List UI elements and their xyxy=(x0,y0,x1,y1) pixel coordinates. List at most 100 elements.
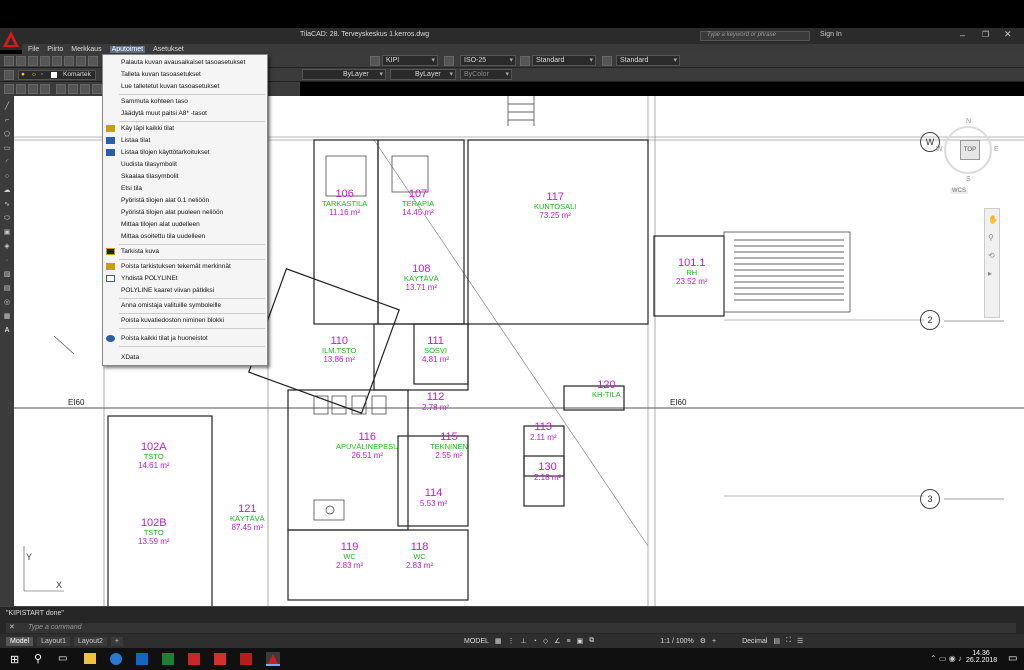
viewcube[interactable]: TOP N S E W xyxy=(936,118,999,183)
room-label[interactable]: 106 TARKASTILA 11.16 m² xyxy=(322,189,367,218)
room-label[interactable]: 111 SOSVI 4.81 m² xyxy=(422,336,449,365)
view-icon[interactable] xyxy=(56,84,66,94)
transparency-icon[interactable]: ▣ xyxy=(577,637,584,645)
units-select[interactable]: Decimal xyxy=(742,638,767,645)
menu-item[interactable]: Pyöristä tilojen alat 0.1 neliöön xyxy=(103,195,267,206)
table-tool-icon[interactable]: ▦ xyxy=(2,312,12,322)
help-icon[interactable] xyxy=(88,56,98,66)
room-label[interactable]: 121 KÄYTÄVÄ 87.45 m² xyxy=(230,504,265,533)
settings-icon[interactable]: ⚙ xyxy=(700,637,706,645)
mleader-style-icon[interactable] xyxy=(602,56,612,66)
compass-east[interactable]: E xyxy=(994,146,999,153)
room-label[interactable]: 115 TEKNINEN 2.55 m² xyxy=(430,432,468,461)
acrobat-icon[interactable] xyxy=(188,653,200,665)
fullscreen-icon[interactable]: ⛶ xyxy=(786,637,791,645)
room-label[interactable]: 102B TSTO 13.59 m² xyxy=(138,518,170,547)
edge-icon[interactable] xyxy=(110,653,122,665)
snap-icon[interactable]: ⋮ xyxy=(508,637,515,645)
navigation-bar[interactable]: ✋ ⚲ ⟲ ▸ xyxy=(984,208,1000,318)
plot-icon[interactable] xyxy=(52,56,62,66)
command-input[interactable]: ✕ Type a command xyxy=(6,623,1016,633)
app-icon[interactable] xyxy=(240,653,252,665)
menu-item[interactable]: Pyöristä tilojen alat puoleen neliöön xyxy=(103,207,267,218)
layer-select[interactable]: ● ☼ ▫ Komartek xyxy=(18,70,96,80)
grid-icon[interactable]: ▦ xyxy=(495,637,502,645)
sign-in-link[interactable]: Sign In xyxy=(820,31,842,38)
menu-item[interactable]: Listaa tilojen käyttötarkoitukset xyxy=(103,147,267,158)
app-icon[interactable] xyxy=(214,653,226,665)
add-layout-button[interactable]: + xyxy=(110,636,124,646)
region-tool-icon[interactable]: ◎ xyxy=(2,298,12,308)
new-icon[interactable] xyxy=(4,56,14,66)
view-icon[interactable] xyxy=(40,84,50,94)
menu-aputoimet[interactable]: Aputoimet xyxy=(109,45,146,53)
room-label[interactable]: 120 KH-TILA xyxy=(592,380,621,399)
menu-merkkaus[interactable]: Merkkaus xyxy=(71,46,101,53)
tab-layout1[interactable]: Layout1 xyxy=(37,636,70,646)
line-tool-icon[interactable]: ╱ xyxy=(2,102,12,112)
linetype-select[interactable]: ByLayer xyxy=(302,69,386,80)
compass-north[interactable]: N xyxy=(966,118,971,125)
viewcube-top-face[interactable]: TOP xyxy=(960,140,980,160)
tab-model[interactable]: Model xyxy=(6,636,34,646)
ellipse-tool-icon[interactable]: ⬭ xyxy=(2,214,12,224)
search-input[interactable]: Type a keyword or phrase xyxy=(700,31,810,41)
menu-item[interactable]: Poista tarkistuksen tekemät merkinnät xyxy=(103,261,267,272)
compass-south[interactable]: S xyxy=(966,176,971,183)
menu-item[interactable]: Listaa tilat xyxy=(103,135,267,146)
menu-item[interactable]: Lue talletetut kuvan tasoasetukset xyxy=(103,81,267,92)
table-style-icon[interactable] xyxy=(520,56,530,66)
room-label[interactable]: 116 APUVÄLINEPESU 26.51 m² xyxy=(336,432,399,461)
room-label[interactable]: 119 WC 2.83 m² xyxy=(336,542,363,571)
room-label[interactable]: 114 5.53 m² xyxy=(420,488,447,509)
showmotion-icon[interactable]: ▸ xyxy=(988,269,992,278)
ortho-icon[interactable]: ⊥ xyxy=(521,637,527,645)
polyline-tool-icon[interactable]: ⌐ xyxy=(2,116,12,126)
text-tool-icon[interactable]: A xyxy=(2,326,12,336)
outlook-icon[interactable] xyxy=(136,653,148,665)
task-view-icon[interactable]: ▭ xyxy=(58,653,67,664)
rectangle-tool-icon[interactable]: ▭ xyxy=(2,144,12,154)
text-style-select[interactable]: KIPI xyxy=(382,55,438,66)
search-icon[interactable]: ⚲ xyxy=(34,652,42,665)
properties-icon[interactable]: ▤ xyxy=(773,637,780,645)
view-icon[interactable] xyxy=(68,84,78,94)
layer-manager-icon[interactable] xyxy=(4,70,14,80)
file-explorer-icon[interactable] xyxy=(84,653,96,664)
annotation-scale[interactable]: 1:1 / 100% xyxy=(660,638,693,645)
menu-file[interactable]: File xyxy=(28,46,39,53)
spline-tool-icon[interactable]: ∿ xyxy=(2,200,12,210)
room-label[interactable]: 117 KUNTOSALI 73.25 m² xyxy=(534,192,576,221)
polygon-tool-icon[interactable]: ⬠ xyxy=(2,130,12,140)
zoom-icon[interactable]: ⚲ xyxy=(988,233,994,242)
point-tool-icon[interactable]: · xyxy=(2,256,12,266)
copy-icon[interactable] xyxy=(76,56,86,66)
arc-tool-icon[interactable]: ◜ xyxy=(2,158,12,168)
minimize-icon[interactable]: – xyxy=(960,30,965,40)
menu-asetukset[interactable]: Asetukset xyxy=(153,46,184,53)
room-label[interactable]: 108 KÄYTÄVÄ 13.71 m² xyxy=(404,264,439,293)
model-space-toggle[interactable]: MODEL xyxy=(464,638,489,645)
menu-item[interactable]: Mittaa tilojen alat uudelleen xyxy=(103,219,267,230)
app-logo-icon[interactable] xyxy=(0,28,22,50)
menu-item[interactable]: Käy läpi kaikki tilat xyxy=(103,123,267,134)
notifications-icon[interactable]: ▭ xyxy=(1008,653,1017,664)
dim-style-select[interactable]: ISO-25 xyxy=(460,55,516,66)
room-label[interactable]: 101.1 RH 23.52 m² xyxy=(676,258,708,287)
menu-item[interactable]: Talleta kuvan tasoasetukset xyxy=(103,69,267,80)
view-icon[interactable] xyxy=(16,84,26,94)
menu-item[interactable]: Tarkista kuva xyxy=(103,246,267,257)
plotstyle-select[interactable]: ByColor xyxy=(460,69,512,80)
close-icon[interactable]: ✕ xyxy=(1004,29,1012,40)
gradient-tool-icon[interactable]: ▤ xyxy=(2,284,12,294)
room-label[interactable]: 113 2.11 m² xyxy=(530,422,557,443)
room-label[interactable]: 107 TERAPIA 14.45 m² xyxy=(402,189,434,218)
menu-item[interactable]: Jäädytä muut paitsi A8* -tasot xyxy=(103,108,267,119)
room-label[interactable]: 110 ILM.TSTO 13.86 m² xyxy=(322,336,356,365)
cut-icon[interactable] xyxy=(64,56,74,66)
polar-icon[interactable]: ◔ xyxy=(533,638,537,645)
otrack-icon[interactable]: ∠ xyxy=(554,637,560,645)
pan-icon[interactable]: ✋ xyxy=(988,215,998,224)
excel-icon[interactable] xyxy=(162,653,174,665)
compass-west[interactable]: W xyxy=(936,146,943,153)
